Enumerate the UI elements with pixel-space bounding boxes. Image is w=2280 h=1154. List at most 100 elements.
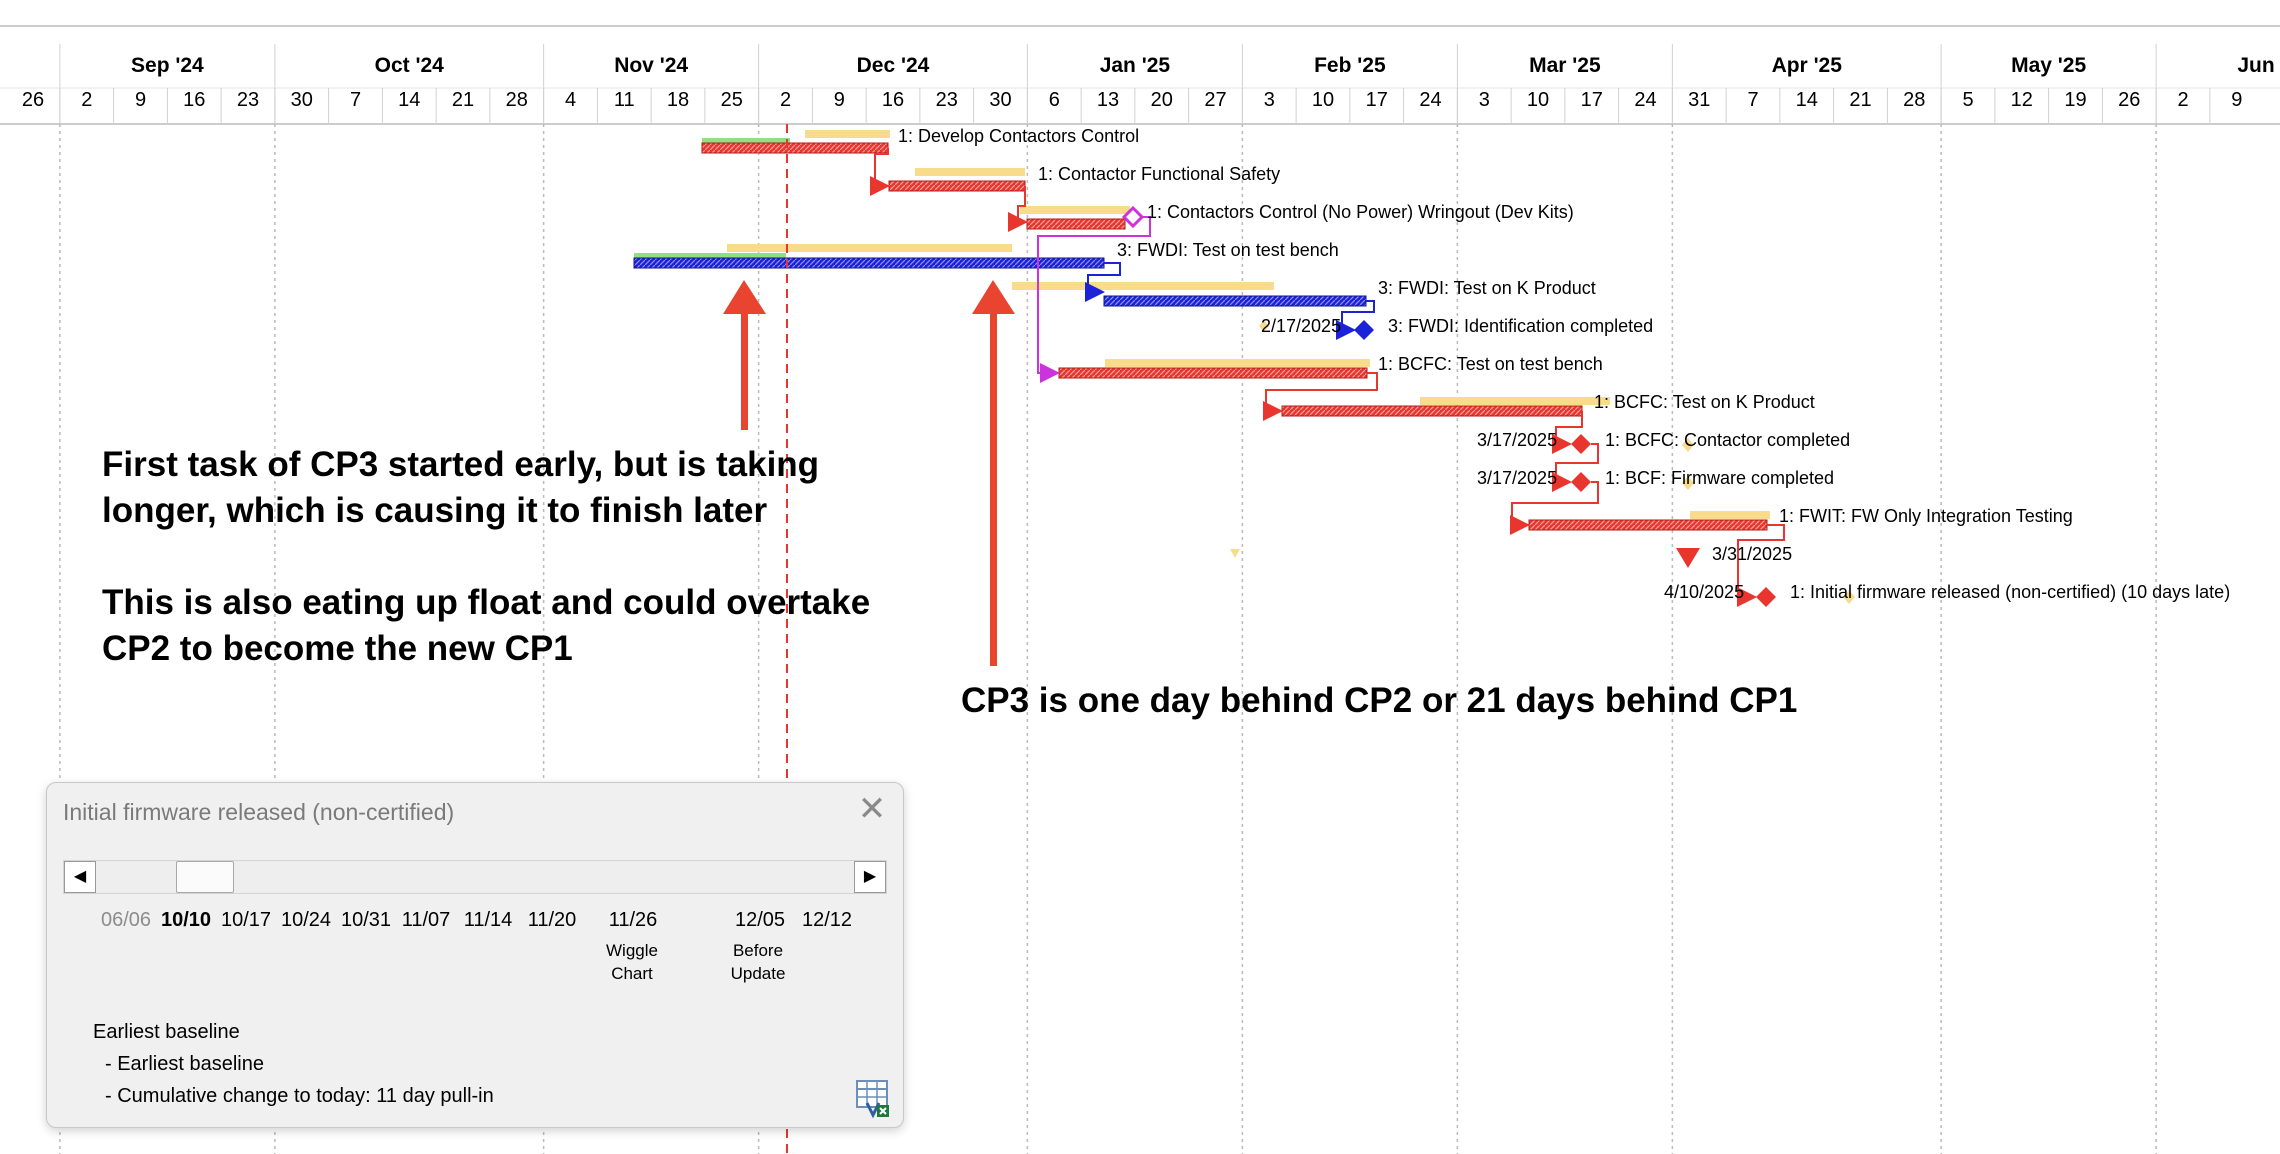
day-label: 7 (1747, 89, 1758, 111)
task-bar-t2 (888, 180, 1026, 192)
day-label: 28 (506, 89, 528, 111)
task-bar-t1 (701, 142, 889, 154)
baseline-bar-t5 (1012, 282, 1274, 290)
snapshot-date[interactable]: 10/17 (221, 909, 271, 932)
baseline-bar-t1 (805, 130, 890, 138)
day-label: 11 (614, 89, 635, 111)
month-label: May '25 (2011, 54, 2086, 77)
baseline-bar-t2 (915, 168, 1025, 176)
milestone-t12 (1676, 548, 1700, 568)
snapshot-sublabel-before: Before Update (730, 941, 786, 983)
task-date-t12: 3/31/2025 (1712, 544, 1792, 564)
day-label: 21 (1849, 89, 1871, 111)
day-label: 17 (1366, 89, 1388, 111)
baseline-milestone-t12 (1230, 549, 1240, 558)
snapshot-date[interactable]: 11/20 (528, 909, 577, 932)
task-label-t6: 3: FWDI: Identification completed (1388, 316, 1653, 336)
day-label: 23 (237, 89, 259, 111)
day-label: 26 (2118, 89, 2140, 111)
task-bar-t5 (1103, 295, 1367, 307)
snapshot-date[interactable]: 10/31 (341, 909, 391, 932)
dialog-title: Initial firmware released (non-certified… (63, 799, 455, 825)
day-label: 10 (1312, 89, 1334, 111)
day-label: 30 (291, 89, 313, 111)
snapshot-date[interactable]: 12/05 (735, 909, 785, 932)
task-label-t10: 1: BCF: Firmware completed (1605, 468, 1834, 488)
task-date-t6: 2/17/2025 (1261, 316, 1341, 336)
baseline-bar-t8 (1420, 397, 1610, 405)
day-label: 3 (1479, 89, 1490, 111)
task-bar-t3 (1026, 218, 1126, 230)
day-label: 18 (667, 89, 689, 111)
day-label: 2 (780, 89, 791, 111)
day-label: 31 (1688, 89, 1710, 111)
day-label: 9 (135, 89, 146, 111)
day-label: 20 (1151, 89, 1173, 111)
day-label: 25 (721, 89, 743, 111)
link-t7-t8 (1263, 372, 1378, 421)
month-label: Nov '24 (614, 54, 688, 77)
day-label: 14 (398, 89, 420, 111)
snapshot-date[interactable]: 10/24 (281, 909, 331, 932)
snapshot-scrollbar[interactable]: ◀ ▶ (63, 860, 887, 894)
month-label: Dec '24 (857, 54, 930, 77)
annotation-line: This is also eating up float and could o… (102, 583, 871, 622)
annotation-arrow-shaft-2 (990, 300, 997, 666)
task-label-t3: 1: Contactors Control (No Power) Wringou… (1147, 202, 1574, 222)
snapshot-date[interactable]: 12/12 (802, 909, 852, 932)
day-label: 26 (22, 89, 44, 111)
task-label-t1: 1: Develop Contactors Control (898, 126, 1139, 146)
task-bar-t4 (633, 257, 1105, 269)
annotation-line: CP2 to become the new CP1 (102, 629, 573, 668)
scroll-right-button[interactable]: ▶ (854, 861, 886, 893)
day-label: 4 (565, 89, 576, 111)
annotation-arrow-head-2 (972, 280, 1015, 314)
baseline-bar-t7 (1105, 359, 1370, 367)
close-icon[interactable]: ✕ (855, 792, 889, 827)
annotation-note-cp3: First task of CP3 started early, but is … (102, 442, 870, 672)
snapshot-date[interactable]: 11/26 (609, 909, 658, 932)
wiggle-dialog[interactable]: Initial firmware released (non-certified… (46, 782, 904, 1128)
day-label: 2 (2177, 89, 2188, 111)
month-label: Mar '25 (1529, 54, 1601, 77)
task-bar-t8 (1281, 405, 1583, 417)
snapshot-date[interactable]: 11/14 (464, 909, 513, 932)
day-label: 5 (1962, 89, 1973, 111)
month-label: Apr '25 (1772, 54, 1843, 77)
day-label: 13 (1097, 89, 1119, 111)
day-label: 17 (1581, 89, 1603, 111)
month-label: Feb '25 (1314, 54, 1386, 77)
annotation-arrow-shaft-1 (741, 300, 748, 430)
snapshot-date[interactable]: 10/10 (161, 909, 211, 932)
info-line: - Cumulative change to today: 11 day pul… (105, 1085, 494, 1107)
day-label: 27 (1204, 89, 1226, 111)
milestone-t9 (1571, 434, 1591, 454)
day-label: 7 (350, 89, 361, 111)
snapshot-date[interactable]: 11/07 (402, 909, 451, 932)
annotation-arrow-head-1 (723, 280, 766, 314)
task-label-t5: 3: FWDI: Test on K Product (1378, 278, 1596, 298)
milestone-t10 (1571, 472, 1591, 492)
excel-export-icon[interactable] (853, 1079, 891, 1119)
annotation-note-behind: CP3 is one day behind CP2 or 21 days beh… (961, 681, 1798, 720)
task-label-t8: 1: BCFC: Test on K Product (1594, 392, 1815, 412)
scroll-thumb[interactable] (176, 861, 234, 893)
milestone-t13 (1756, 587, 1776, 607)
month-label: Jun (2237, 54, 2274, 77)
annotation-line: First task of CP3 started early, but is … (102, 445, 820, 484)
day-label: 6 (1049, 89, 1060, 111)
snapshot-sublabel-wiggle: Wiggle Chart (606, 941, 658, 983)
task-label-t11: 1: FWIT: FW Only Integration Testing (1779, 506, 2073, 526)
day-label: 14 (1796, 89, 1818, 111)
scroll-left-button[interactable]: ◀ (64, 861, 96, 893)
day-label: 16 (882, 89, 904, 111)
task-label-t4: 3: FWDI: Test on test bench (1117, 240, 1339, 260)
task-label-t9: 1: BCFC: Contactor completed (1605, 430, 1850, 450)
day-label: 12 (2011, 89, 2033, 111)
task-label-t2: 1: Contactor Functional Safety (1038, 164, 1280, 184)
day-label: 24 (1419, 89, 1441, 111)
baseline-bar-t3 (1020, 206, 1130, 214)
month-label: Jan '25 (1100, 54, 1171, 77)
snapshot-date[interactable]: 06/06 (101, 909, 151, 932)
annotation-line: longer, which is causing it to finish la… (102, 491, 768, 530)
